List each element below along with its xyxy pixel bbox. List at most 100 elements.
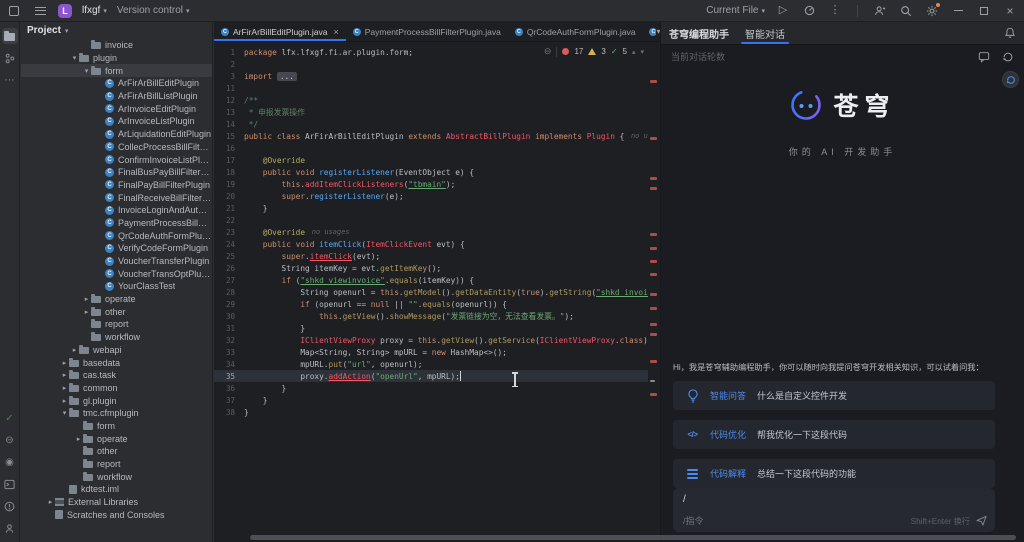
code-line-35[interactable]: 35 proxy.addAction("openUrl", mpURL);	[214, 370, 648, 382]
tree-item-paymentprocessbillfilterplugin[interactable]: CPaymentProcessBillFilterPlugin	[21, 217, 212, 230]
tree-item-arinvoicelistplugin[interactable]: CArInvoiceListPlugin	[21, 115, 212, 128]
suggestion-card-2[interactable]: </>代码优化帮我优化一下这段代码	[673, 420, 995, 449]
tree-item-cas-task[interactable]: ▸cas.task	[21, 369, 212, 382]
code-line-36[interactable]: 36 }	[214, 382, 648, 394]
tree-item-tmc-cfmplugin[interactable]: ▾tmc.cfmplugin	[21, 407, 212, 420]
editor-tab-arfirarbilleditplugin-java[interactable]: CArFirArBillEditPlugin.java×	[214, 22, 346, 41]
code-line-16[interactable]: 16	[214, 142, 648, 154]
debug-tool-icon[interactable]: ◉	[2, 454, 18, 470]
tree-item-arfirarbilllistplugin[interactable]: CArFirArBillListPlugin	[21, 90, 212, 103]
run-configuration-selector[interactable]: Current File▾	[706, 5, 765, 16]
commit-tool-icon[interactable]	[2, 50, 18, 66]
tree-item-vouchertransoptplugin[interactable]: CVoucherTransOptPlugin	[21, 267, 212, 280]
tree-item-verifycodeformplugin[interactable]: CVerifyCodeFormPlugin	[21, 242, 212, 255]
suggestion-card-3[interactable]: 代码解释总结一下这段代码的功能	[673, 459, 995, 488]
code-line-20[interactable]: 20 super.registerListener(e);	[214, 190, 648, 202]
code-line-26[interactable]: 26 String itemKey = evt.getItemKey();	[214, 262, 648, 274]
new-chat-icon[interactable]	[978, 51, 990, 63]
project-avatar[interactable]: L	[58, 4, 72, 18]
notifications-tool-icon[interactable]	[2, 498, 18, 514]
code-line-22[interactable]: 22	[214, 214, 648, 226]
tree-item-other[interactable]: ▸other	[21, 305, 212, 318]
tab-smart-chat[interactable]: 智能对话	[745, 22, 785, 44]
code-line-12[interactable]: 12/**	[214, 94, 648, 106]
project-tool-icon[interactable]	[2, 28, 18, 44]
code-line-34[interactable]: 34 mpURL.put("url", openurl);	[214, 358, 648, 370]
error-stripe-mark[interactable]	[650, 307, 657, 310]
error-stripe-mark[interactable]	[650, 323, 657, 326]
tree-item-qrcodeauthformplugin[interactable]: CQrCodeAuthFormPlugin	[21, 229, 212, 242]
editor-tab-qrcodeauthformplugin-java[interactable]: CQrCodeAuthFormPlugin.java	[508, 22, 643, 41]
search-everywhere-icon[interactable]	[898, 3, 914, 19]
chat-input-value[interactable]: /	[683, 494, 985, 505]
error-stripe-mark[interactable]	[650, 333, 657, 336]
chevron-right-icon[interactable]: ▸	[70, 346, 79, 354]
inspections-widget[interactable]: ⊖ 17 3 ✓ 5 ▴ ▾	[544, 46, 644, 57]
code-line-38[interactable]: 38}	[214, 406, 648, 418]
prev-problem-icon[interactable]: ▴	[632, 48, 636, 56]
code-line-15[interactable]: 15public class ArFirArBillEditPlugin ext…	[214, 130, 648, 142]
tree-item-arinvoiceeditplugin[interactable]: CArInvoiceEditPlugin	[21, 102, 212, 115]
code-line-19[interactable]: 19 this.addItemClickListeners("tbmain");	[214, 178, 648, 190]
tree-item-external-libraries[interactable]: ▸External Libraries	[21, 496, 212, 509]
main-menu-icon[interactable]	[32, 3, 48, 19]
tree-item-workflow[interactable]: workflow	[21, 470, 212, 483]
tree-item-other[interactable]: other	[21, 445, 212, 458]
terminal-tool-icon[interactable]	[2, 476, 18, 492]
suggestion-card-1[interactable]: 智能问答什么是自定义控件开发	[673, 381, 995, 410]
project-selector[interactable]: lfxgf▾	[82, 5, 107, 16]
vcs-widget[interactable]: Version control▾	[117, 5, 190, 16]
chevron-right-icon[interactable]: ▸	[82, 295, 91, 303]
code-line-27[interactable]: 27 if ("shkd_viewinvoice".equals(itemKey…	[214, 274, 648, 286]
code-line-21[interactable]: 21 }	[214, 202, 648, 214]
problems-tool-icon[interactable]: ⊖	[2, 432, 18, 448]
caret-stripe-mark[interactable]	[650, 380, 655, 382]
tree-item-common[interactable]: ▸common	[21, 382, 212, 395]
code-line-33[interactable]: 33 Map<String, String> mpURL = new HashM…	[214, 346, 648, 358]
code-line-2[interactable]: 2	[214, 58, 648, 70]
horizontal-scrollbar[interactable]	[250, 535, 1016, 540]
profiler-icon[interactable]	[801, 3, 817, 19]
tree-item-finalpaybillfilterplugin[interactable]: CFinalPayBillFilterPlugin	[21, 179, 212, 192]
error-stripe-mark[interactable]	[650, 247, 657, 250]
maximize-icon[interactable]	[976, 3, 992, 19]
error-stripe-mark[interactable]	[650, 293, 657, 296]
code-with-me-icon[interactable]	[872, 3, 888, 19]
error-stripe-scrollbar[interactable]	[650, 43, 658, 532]
tree-item-vouchertransferplugin[interactable]: CVoucherTransferPlugin	[21, 255, 212, 268]
chevron-right-icon[interactable]: ▸	[74, 435, 83, 443]
chevron-right-icon[interactable]: ▸	[46, 498, 55, 506]
code-line-28[interactable]: 28 String openurl = this.getModel().getD…	[214, 286, 648, 298]
tree-item-basedata[interactable]: ▸basedata	[21, 356, 212, 369]
tree-item-operate[interactable]: ▸operate	[21, 432, 212, 445]
highlight-level-icon[interactable]: ⊖	[544, 46, 552, 57]
editor-tab-paymentprocessbillfilterplugin-java[interactable]: CPaymentProcessBillFilterPlugin.java	[346, 22, 508, 41]
chevron-right-icon[interactable]: ▸	[60, 397, 69, 405]
tree-item-scratches-and-consoles[interactable]: Scratches and Consoles	[21, 508, 212, 521]
tree-item-webapi[interactable]: ▸webapi	[21, 344, 212, 357]
code-line-37[interactable]: 37 }	[214, 394, 648, 406]
chevron-down-icon[interactable]: ▾	[60, 409, 69, 417]
chevron-right-icon[interactable]: ▸	[60, 371, 69, 379]
error-stripe-mark[interactable]	[650, 393, 657, 396]
minimize-icon[interactable]	[950, 3, 966, 19]
tree-item-collecprocessbillfilterplugin[interactable]: CCollecProcessBillFilterPlugin	[21, 141, 212, 154]
error-stripe-mark[interactable]	[650, 137, 657, 140]
error-stripe-mark[interactable]	[650, 360, 657, 363]
close-icon[interactable]: ×	[1002, 3, 1018, 19]
history-icon[interactable]	[1002, 51, 1014, 63]
code-line-3[interactable]: 3import ...	[214, 70, 648, 82]
chevron-right-icon[interactable]: ▸	[82, 308, 91, 316]
next-problem-icon[interactable]: ▾	[640, 48, 644, 56]
tree-item-finalbuspaybillfilterplugin[interactable]: CFinalBusPayBillFilterPlugin	[21, 166, 212, 179]
error-stripe-mark[interactable]	[650, 80, 657, 83]
send-icon[interactable]	[976, 515, 987, 526]
tree-item-arliquidationeditplugin[interactable]: CArLiquidationEditPlugin	[21, 128, 212, 141]
vcs-update-icon[interactable]: ✓	[2, 410, 18, 426]
code-line-11[interactable]: 11	[214, 82, 648, 94]
code-line-25[interactable]: 25 super.itemClick(evt);	[214, 250, 648, 262]
chat-input[interactable]: / /指令 Shift+Enter 换行	[673, 488, 995, 532]
tree-item-workflow[interactable]: workflow	[21, 331, 212, 344]
code-line-32[interactable]: 32 IClientViewProxy proxy = this.getView…	[214, 334, 648, 346]
chevron-right-icon[interactable]: ▸	[60, 359, 69, 367]
